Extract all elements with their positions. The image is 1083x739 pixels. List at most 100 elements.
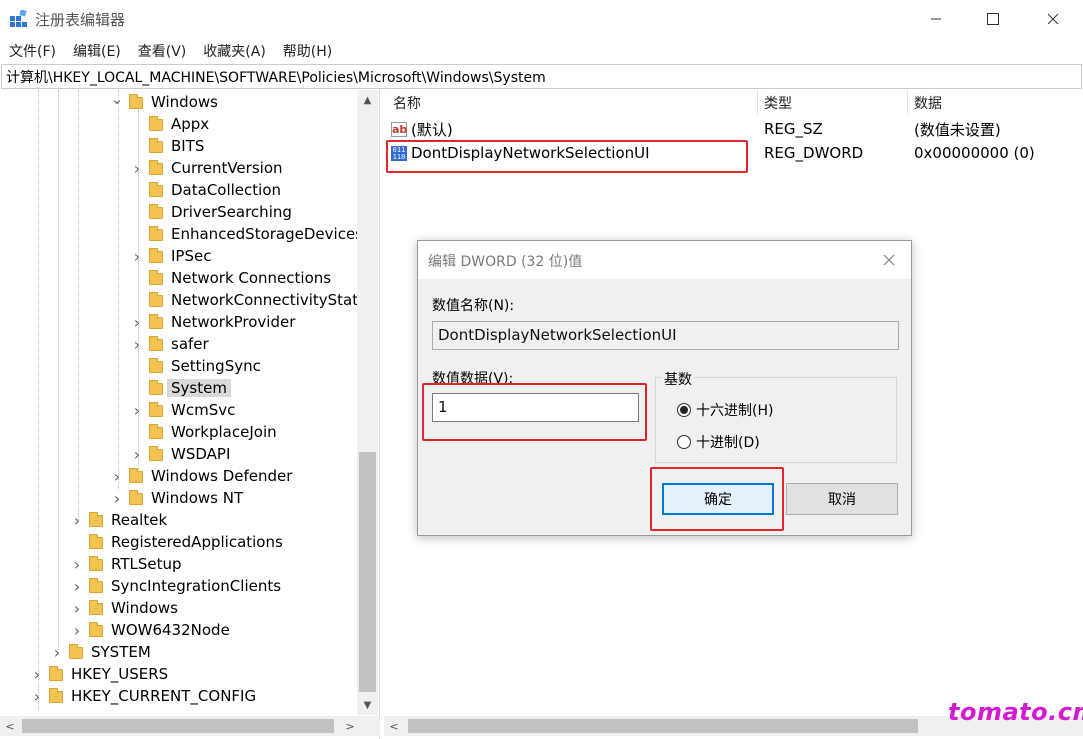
radio-hex[interactable]: 十六进制(H) xyxy=(677,400,773,420)
column-divider[interactable] xyxy=(907,90,908,114)
tree-item[interactable]: › CurrentVersion xyxy=(130,157,283,179)
scroll-down-arrow-icon[interactable]: ▼ xyxy=(357,695,378,715)
chevron-right-icon[interactable]: › xyxy=(30,687,44,706)
tree-item[interactable]: BITS xyxy=(130,135,204,157)
chevron-right-icon[interactable]: › xyxy=(70,599,84,618)
tree-item[interactable]: NetworkConnectivityStatu xyxy=(130,289,368,311)
folder-icon xyxy=(149,204,165,219)
value-name: (默认) xyxy=(411,120,453,139)
menu-help[interactable]: 帮助(H) xyxy=(274,41,340,61)
chevron-right-icon[interactable]: › xyxy=(70,621,84,640)
scroll-left-arrow-icon[interactable]: < xyxy=(0,716,20,736)
tree-item[interactable]: › Windows Defender xyxy=(110,465,293,487)
folder-icon xyxy=(149,116,165,131)
folder-icon xyxy=(69,644,85,659)
chevron-right-icon[interactable]: › xyxy=(130,401,144,420)
column-divider[interactable] xyxy=(757,90,758,114)
radio-decimal[interactable]: 十进制(D) xyxy=(677,432,760,452)
tree-hscroll-thumb[interactable] xyxy=(22,719,334,733)
dialog-close-button[interactable] xyxy=(878,249,900,271)
tree-item-label: Windows xyxy=(151,93,218,111)
tree-item[interactable]: › HKEY_USERS xyxy=(30,663,168,685)
column-header-name[interactable]: 名称 xyxy=(393,93,421,113)
edit-dword-dialog: 编辑 DWORD (32 位)值 数值名称(N): DontDisplayNet… xyxy=(417,240,912,536)
tree-item[interactable]: System xyxy=(130,377,231,399)
tree-item[interactable]: › HKEY_CURRENT_CONFIG xyxy=(30,685,256,707)
value-name-label: 数值名称(N): xyxy=(432,298,515,314)
tree-item-label: Appx xyxy=(171,115,210,133)
tree-item-label: RTLSetup xyxy=(111,555,182,573)
address-bar[interactable]: 计算机\HKEY_LOCAL_MACHINE\SOFTWARE\Policies… xyxy=(1,64,1082,89)
values-hscroll-thumb[interactable] xyxy=(408,719,918,733)
chevron-right-icon[interactable]: › xyxy=(30,665,44,684)
tree-item[interactable]: › Windows NT xyxy=(110,487,243,509)
tree-item-label: Windows xyxy=(111,599,178,617)
tree-item[interactable]: ⌄ Windows xyxy=(110,90,218,113)
tree-item-label: WOW6432Node xyxy=(111,621,230,639)
menu-view[interactable]: 查看(V) xyxy=(129,41,195,61)
maximize-button[interactable] xyxy=(970,0,1016,38)
chevron-right-icon[interactable]: › xyxy=(130,445,144,464)
tree-item[interactable]: › SyncIntegrationClients xyxy=(70,575,281,597)
list-row-default[interactable]: ab (默认) REG_SZ (数值未设置) xyxy=(390,117,1080,141)
chevron-right-icon[interactable]: › xyxy=(110,467,124,486)
tree-item[interactable]: › IPSec xyxy=(130,245,212,267)
tree-item[interactable]: › Realtek xyxy=(70,509,167,531)
tree-item[interactable]: RegisteredApplications xyxy=(70,531,283,553)
folder-icon xyxy=(129,490,145,505)
tree-item[interactable]: DriverSearching xyxy=(130,201,292,223)
ok-button[interactable]: 确定 xyxy=(662,483,774,515)
scroll-right-arrow-icon[interactable]: > xyxy=(340,716,360,736)
chevron-down-icon[interactable]: ⌄ xyxy=(110,90,124,108)
chevron-right-icon[interactable]: › xyxy=(50,643,64,662)
tree-item[interactable]: SettingSync xyxy=(130,355,261,377)
value-data: 0x00000000 (0) xyxy=(914,144,1035,162)
close-button[interactable] xyxy=(1030,0,1076,38)
value-data-field[interactable]: 1 xyxy=(432,393,639,422)
chevron-right-icon[interactable]: › xyxy=(110,489,124,508)
chevron-right-icon[interactable]: › xyxy=(130,159,144,178)
chevron-right-icon[interactable]: › xyxy=(130,247,144,266)
tree-item[interactable]: › NetworkProvider xyxy=(130,311,296,333)
chevron-right-icon[interactable]: › xyxy=(130,313,144,332)
value-name: DontDisplayNetworkSelectionUI xyxy=(411,144,650,162)
column-header-data[interactable]: 数据 xyxy=(914,93,942,113)
chevron-right-icon[interactable]: › xyxy=(70,511,84,530)
tree-item[interactable]: Network Connections xyxy=(130,267,331,289)
radio-hex-label: 十六进制(H) xyxy=(696,403,774,419)
tree-horizontal-scrollbar[interactable]: < > xyxy=(0,716,380,736)
cancel-button[interactable]: 取消 xyxy=(786,483,898,515)
tree-item[interactable]: EnhancedStorageDevices xyxy=(130,223,363,245)
tree-item[interactable]: › RTLSetup xyxy=(70,553,182,575)
tree-item[interactable]: › WcmSvc xyxy=(130,399,236,421)
tree-item[interactable]: › SYSTEM xyxy=(50,641,151,663)
minimize-button[interactable] xyxy=(913,0,959,38)
list-row-dword[interactable]: 011 110 DontDisplayNetworkSelectionUI REG… xyxy=(390,141,1080,165)
menu-favorites[interactable]: 收藏夹(A) xyxy=(194,41,274,61)
column-header-type[interactable]: 类型 xyxy=(764,93,792,113)
scroll-up-arrow-icon[interactable]: ▲ xyxy=(357,90,378,110)
scroll-left-arrow-icon[interactable]: < xyxy=(384,716,404,736)
tree-vertical-scrollbar[interactable]: ▲ ▼ xyxy=(357,90,378,715)
folder-icon xyxy=(149,402,165,417)
maximize-icon xyxy=(987,13,999,25)
tree-item[interactable]: DataCollection xyxy=(130,179,281,201)
menu-edit[interactable]: 编辑(E) xyxy=(64,41,129,61)
tree-item-label: HKEY_USERS xyxy=(71,665,169,683)
tree-scroll-thumb[interactable] xyxy=(359,452,376,692)
tree-item[interactable]: › Windows xyxy=(70,597,178,619)
tree-item[interactable]: Appx xyxy=(130,113,209,135)
folder-icon xyxy=(89,534,105,549)
chevron-right-icon[interactable]: › xyxy=(130,335,144,354)
menu-file[interactable]: 文件(F) xyxy=(0,41,64,61)
chevron-right-icon[interactable]: › xyxy=(70,577,84,596)
string-value-icon: ab xyxy=(391,121,408,137)
tree-item[interactable]: WorkplaceJoin xyxy=(130,421,277,443)
tree-item[interactable]: › WSDAPI xyxy=(130,443,231,465)
tree-item[interactable]: › safer xyxy=(130,333,209,355)
tree-item[interactable]: › WOW6432Node xyxy=(70,619,230,641)
chevron-right-icon[interactable]: › xyxy=(70,555,84,574)
